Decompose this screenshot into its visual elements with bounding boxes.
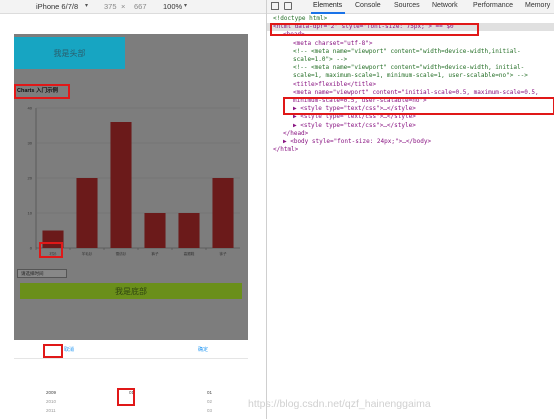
page-header: 我是头部 xyxy=(14,37,125,69)
bar[interactable] xyxy=(76,178,98,248)
page-footer-bar: 我是底部 xyxy=(20,283,242,299)
inspect-element-icon[interactable] xyxy=(271,2,279,10)
active-tab-indicator xyxy=(311,12,345,14)
y-tick-label: 30 xyxy=(28,141,33,146)
x-tick-label: 羊毛衫 xyxy=(82,251,93,256)
y-tick-label: 20 xyxy=(28,176,33,181)
picker-row[interactable]: 2011 03 03 xyxy=(14,406,248,415)
x-tick-label: 高跟鞋 xyxy=(184,251,195,256)
picker-day-right[interactable]: 01 xyxy=(207,388,212,397)
x-tick-label: 袜子 xyxy=(219,251,227,256)
picker-year[interactable]: 2010 xyxy=(46,397,56,406)
annotation-box-title xyxy=(14,84,70,99)
y-tick-label: 0 xyxy=(30,246,33,251)
dom-tree-line[interactable]: </html> xyxy=(267,146,554,154)
picker-confirm-button[interactable]: 确定 xyxy=(198,346,208,353)
annotation-box-day xyxy=(117,388,135,406)
bar[interactable] xyxy=(212,178,234,248)
tab-performance[interactable]: Performance xyxy=(473,2,513,9)
dom-tree-line[interactable]: <meta name="viewport" content="initial-s… xyxy=(267,89,554,97)
bar[interactable] xyxy=(178,213,200,248)
viewport-width-input[interactable]: 375 xyxy=(104,2,117,11)
chevron-down-icon[interactable]: ▾ xyxy=(85,2,88,9)
tab-sources[interactable]: Sources xyxy=(394,2,420,9)
devtools-tab-bar: Elements Console Sources Network Perform… xyxy=(267,0,554,14)
bar-chart: 010203040衬衫 羊毛衫 雪纺衫 裤子 高跟鞋 袜子 xyxy=(28,106,240,256)
picker-year[interactable]: 2011 xyxy=(46,406,56,415)
dom-tree-line[interactable]: ▶ <body style="font-size: 24px;">…</body… xyxy=(267,138,554,146)
annotation-box-xlabel xyxy=(39,242,63,258)
y-tick-label: 10 xyxy=(28,211,33,216)
device-viewport: 我是头部 Charts 入门示例 0 10 20 30 40 衬衫 羊毛衫 雪纺衫 裤子 高跟鞋袜… xyxy=(0,14,266,419)
picker-cancel-button[interactable]: 取消 xyxy=(64,346,74,353)
annotation-box-viewport-meta xyxy=(283,97,554,115)
tab-network[interactable]: Network xyxy=(432,2,458,9)
bar[interactable] xyxy=(144,213,166,248)
tab-memory[interactable]: Memory xyxy=(525,2,550,9)
watermark: https://blog.csdn.net/qzf_hainenggaima xyxy=(248,398,431,410)
y-tick-label: 40 xyxy=(28,106,33,111)
dom-tree-line[interactable]: scale=1, maximum-scale=1, minimum-scale=… xyxy=(267,72,554,80)
zoom-select[interactable]: 100% xyxy=(163,2,182,11)
bar[interactable] xyxy=(110,122,132,248)
picker-day-right[interactable]: 02 xyxy=(207,397,212,406)
dom-tree-line[interactable]: scale=1.0"> --> xyxy=(267,56,554,64)
dom-tree-line[interactable]: <meta charset="utf-8"> xyxy=(267,40,554,48)
dom-tree-line[interactable]: <!-- <meta name="viewport" content="widt… xyxy=(267,48,554,56)
times-sign: × xyxy=(121,2,126,11)
tab-elements[interactable]: Elements xyxy=(313,2,342,9)
device-toolbar: iPhone 6/7/8 ▾ 375 × 667 100% ▾ xyxy=(0,0,266,14)
device-select[interactable]: iPhone 6/7/8 xyxy=(36,2,78,11)
picker-year[interactable]: 2009 xyxy=(46,388,56,397)
dom-tree-line[interactable]: <!-- <meta name="viewport" content="widt… xyxy=(267,64,554,72)
picker-day-right[interactable]: 03 xyxy=(207,406,212,415)
dom-tree-line[interactable]: ▶ <style type="text/css">…</style> xyxy=(267,122,554,130)
dom-tree-line[interactable]: <!doctype html> xyxy=(267,15,554,23)
dom-tree-line[interactable]: </head> xyxy=(267,130,554,138)
x-tick-label: 雪纺衫 xyxy=(116,251,127,256)
annotation-box-html xyxy=(270,23,479,36)
dom-tree-line[interactable]: <title>flexible</title> xyxy=(267,81,554,89)
annotation-box-cancel xyxy=(43,344,63,358)
tab-console[interactable]: Console xyxy=(355,2,381,9)
viewport-height-input[interactable]: 667 xyxy=(134,2,147,11)
device-toolbar-icon[interactable] xyxy=(284,2,292,10)
x-tick-label: 裤子 xyxy=(151,251,159,256)
time-select-input[interactable]: 请选择时间 xyxy=(17,269,67,278)
devtools-panel: Elements Console Sources Network Perform… xyxy=(266,0,554,419)
zoom-chevron-down-icon[interactable]: ▾ xyxy=(184,2,187,9)
